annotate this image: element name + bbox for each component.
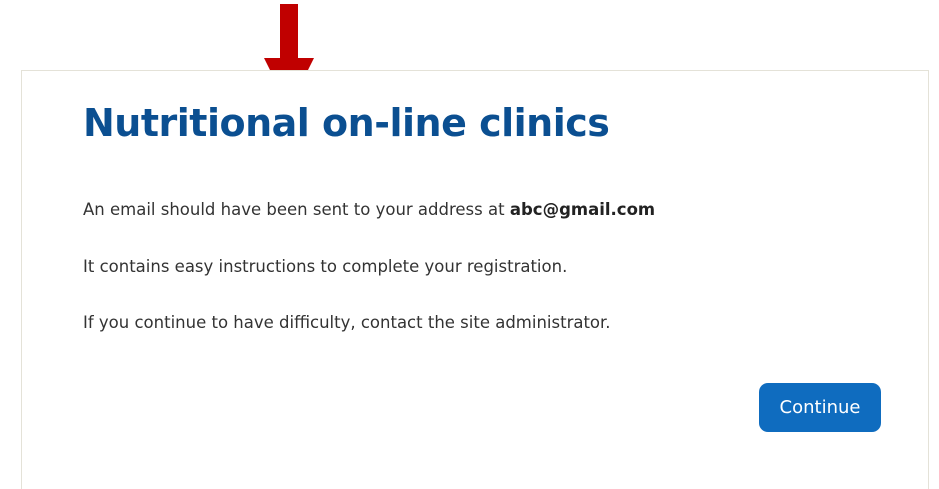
page-title: Nutritional on-line clinics bbox=[83, 101, 610, 145]
email-sent-text: An email should have been sent to your a… bbox=[83, 200, 505, 219]
page: Nutritional on-line clinics An email sho… bbox=[0, 0, 939, 489]
email-sent-message: An email should have been sent to your a… bbox=[83, 200, 655, 219]
email-address: abc@gmail.com bbox=[509, 200, 656, 219]
instructions-message: It contains easy instructions to complet… bbox=[83, 257, 568, 276]
confirmation-card: Nutritional on-line clinics An email sho… bbox=[21, 70, 929, 489]
difficulty-message: If you continue to have difficulty, cont… bbox=[83, 313, 611, 332]
continue-button[interactable]: Continue bbox=[759, 383, 881, 432]
